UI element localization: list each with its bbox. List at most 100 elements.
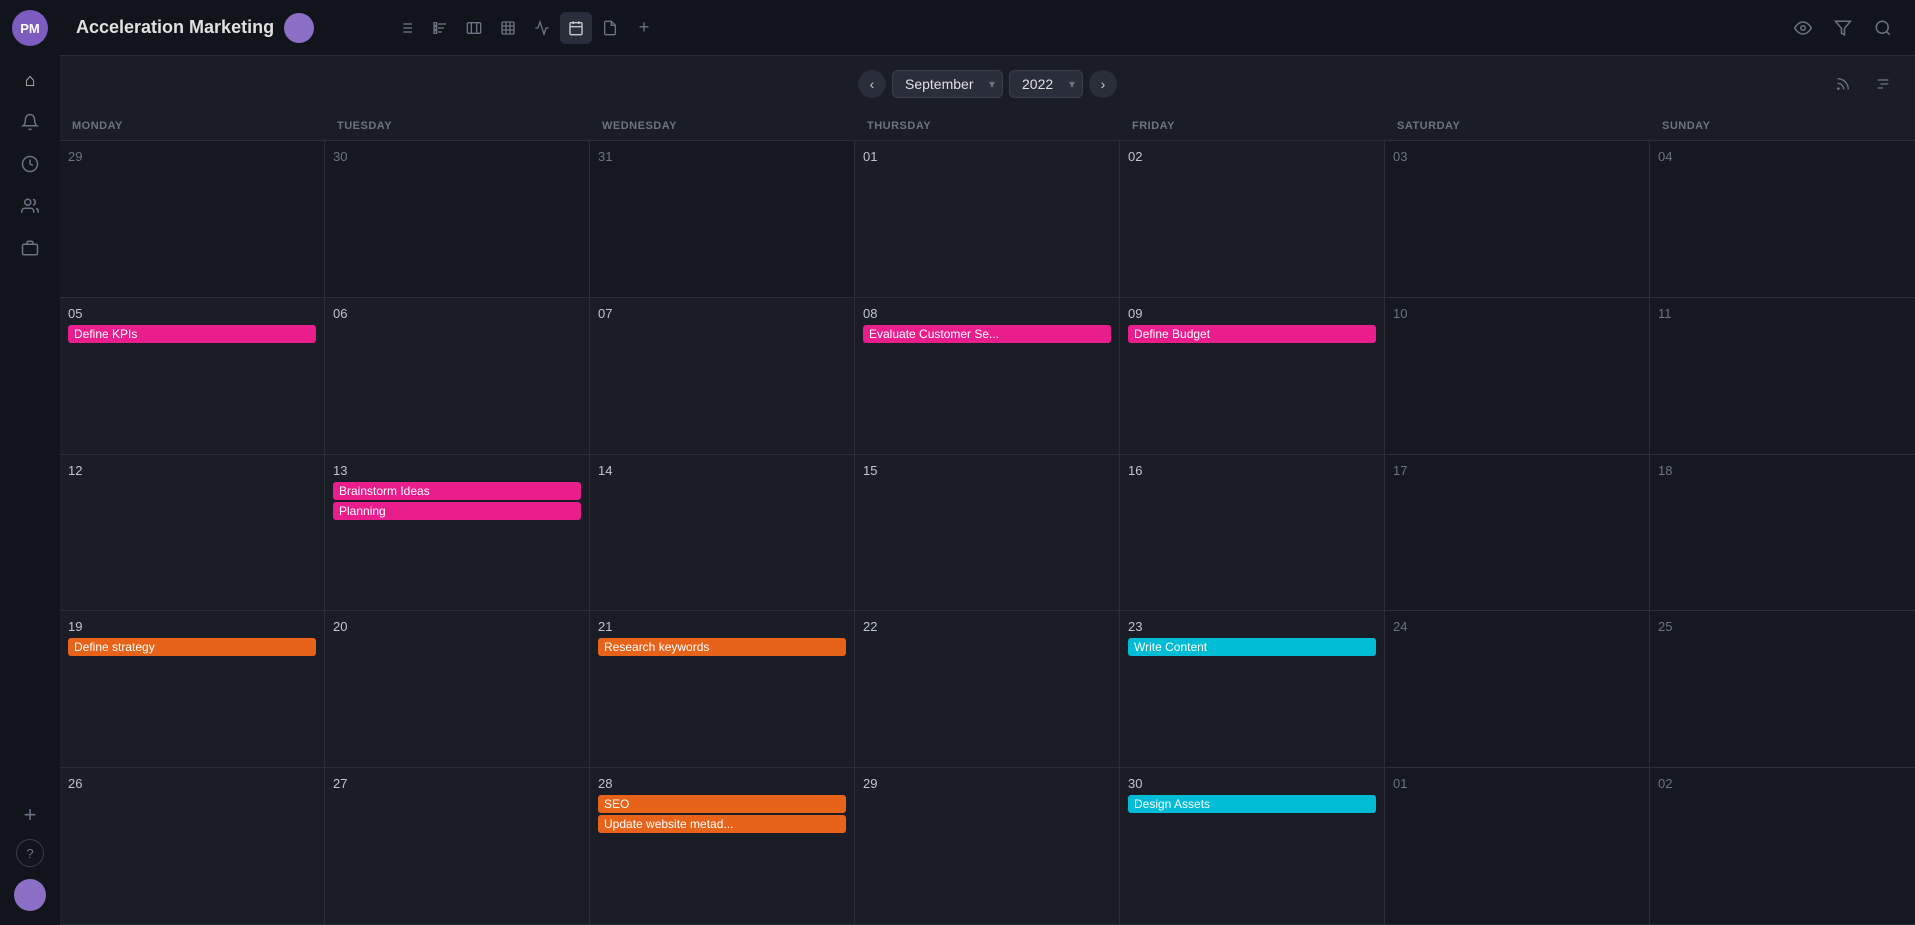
rss-icon[interactable] xyxy=(1827,68,1859,100)
cal-date-number: 02 xyxy=(1128,149,1376,164)
calendar-grid: MONDAY TUESDAY WEDNESDAY THURSDAY FRIDAY… xyxy=(60,112,1915,925)
cal-date-number: 12 xyxy=(68,463,316,478)
filter-btn[interactable] xyxy=(1827,12,1859,44)
gantt-view-btn[interactable] xyxy=(424,12,456,44)
cal-cell-2-5[interactable]: 09 Define Budget xyxy=(1120,298,1385,454)
cal-date-number: 07 xyxy=(598,306,846,321)
chart-view-btn[interactable] xyxy=(526,12,558,44)
calendar-week-3: 1213Brainstorm IdeasPlanning1415161718 xyxy=(60,455,1915,612)
calendar-week-5: 262728SEOUpdate website metad...2930Desi… xyxy=(60,768,1915,925)
sidebar-item-home[interactable]: ⌂ xyxy=(12,62,48,98)
calendar-toolbar: ‹ JanuaryFebruaryMarch AprilMayJune July… xyxy=(60,56,1915,112)
cal-date-number: 05 xyxy=(68,306,316,321)
cal-cell-5-2[interactable]: 27 xyxy=(325,768,590,924)
calendar-view-btn[interactable] xyxy=(560,12,592,44)
cal-cell-4-6[interactable]: 24 xyxy=(1385,611,1650,767)
cal-cell-3-3[interactable]: 14 xyxy=(590,455,855,611)
cal-cell-1-4[interactable]: 01 xyxy=(855,141,1120,297)
cal-cell-1-5[interactable]: 02 xyxy=(1120,141,1385,297)
sidebar-item-notifications[interactable] xyxy=(12,104,48,140)
search-btn[interactable] xyxy=(1867,12,1899,44)
add-view-btn[interactable]: + xyxy=(628,12,660,44)
cal-cell-1-7[interactable]: 04 xyxy=(1650,141,1915,297)
cal-cell-5-5[interactable]: 30Design Assets xyxy=(1120,768,1385,924)
sidebar-item-briefcase[interactable] xyxy=(12,230,48,266)
cal-cell-4-5[interactable]: 23 Write Content xyxy=(1120,611,1385,767)
calendar-event[interactable]: Planning xyxy=(333,502,581,520)
calendar-event[interactable]: Define strategy xyxy=(68,638,316,656)
cal-date-number: 30 xyxy=(333,149,581,164)
calendar-event[interactable]: Write Content xyxy=(1128,638,1376,656)
sidebar-item-add[interactable]: + xyxy=(12,797,48,833)
cal-cell-1-1[interactable]: 29 xyxy=(60,141,325,297)
calendar-settings-icon[interactable] xyxy=(1867,68,1899,100)
cal-cell-5-1[interactable]: 26 xyxy=(60,768,325,924)
cal-cell-4-1[interactable]: 19Define strategy xyxy=(60,611,325,767)
sidebar: PM ⌂ + ? xyxy=(0,0,60,925)
cal-date-number: 29 xyxy=(863,776,1111,791)
cal-cell-1-6[interactable]: 03 xyxy=(1385,141,1650,297)
calendar-event[interactable]: Define KPIs xyxy=(68,325,316,343)
header-wednesday: WEDNESDAY xyxy=(590,112,855,140)
cal-cell-1-3[interactable]: 31 xyxy=(590,141,855,297)
cal-date-number: 23 xyxy=(1128,619,1376,634)
list-view-btn[interactable] xyxy=(390,12,422,44)
cal-cell-5-6[interactable]: 01 xyxy=(1385,768,1650,924)
header-friday: FRIDAY xyxy=(1120,112,1385,140)
cal-cell-2-6[interactable]: 10 xyxy=(1385,298,1650,454)
header-tuesday: TUESDAY xyxy=(325,112,590,140)
cal-date-number: 27 xyxy=(333,776,581,791)
cal-cell-4-7[interactable]: 25 xyxy=(1650,611,1915,767)
calendar-event[interactable]: Define Budget xyxy=(1128,325,1376,343)
cal-cell-5-3[interactable]: 28SEOUpdate website metad... xyxy=(590,768,855,924)
cal-cell-2-3[interactable]: 07 xyxy=(590,298,855,454)
cal-cell-4-3[interactable]: 21Research keywords xyxy=(590,611,855,767)
cal-date-number: 26 xyxy=(68,776,316,791)
cal-date-number: 24 xyxy=(1393,619,1641,634)
sidebar-item-help[interactable]: ? xyxy=(16,839,44,867)
calendar-event[interactable]: Brainstorm Ideas xyxy=(333,482,581,500)
cal-cell-3-4[interactable]: 15 xyxy=(855,455,1120,611)
user-avatar[interactable] xyxy=(14,879,46,911)
app-logo[interactable]: PM xyxy=(12,10,48,46)
cal-cell-3-2[interactable]: 13Brainstorm IdeasPlanning xyxy=(325,455,590,611)
cal-cell-2-7[interactable]: 11 xyxy=(1650,298,1915,454)
cal-cell-4-2[interactable]: 20 xyxy=(325,611,590,767)
cal-date-number: 01 xyxy=(863,149,1111,164)
cal-date-number: 16 xyxy=(1128,463,1376,478)
eye-btn[interactable] xyxy=(1787,12,1819,44)
board-view-btn[interactable] xyxy=(458,12,490,44)
cal-date-number: 08 xyxy=(863,306,1111,321)
calendar-event[interactable]: Design Assets xyxy=(1128,795,1376,813)
table-view-btn[interactable] xyxy=(492,12,524,44)
doc-view-btn[interactable] xyxy=(594,12,626,44)
next-month-btn[interactable]: › xyxy=(1089,70,1117,98)
cal-cell-2-1[interactable]: 05 Define KPIs xyxy=(60,298,325,454)
cal-cell-3-7[interactable]: 18 xyxy=(1650,455,1915,611)
cal-date-number: 18 xyxy=(1658,463,1907,478)
calendar-event[interactable]: Evaluate Customer Se... xyxy=(863,325,1111,343)
cal-cell-2-2[interactable]: 06 xyxy=(325,298,590,454)
cal-cell-5-4[interactable]: 29 xyxy=(855,768,1120,924)
cal-cell-1-2[interactable]: 30 xyxy=(325,141,590,297)
header-saturday: SATURDAY xyxy=(1385,112,1650,140)
cal-date-number: 09 xyxy=(1128,306,1376,321)
cal-cell-5-7[interactable]: 02 xyxy=(1650,768,1915,924)
prev-month-btn[interactable]: ‹ xyxy=(858,70,886,98)
cal-cell-4-4[interactable]: 22 xyxy=(855,611,1120,767)
calendar-header: MONDAY TUESDAY WEDNESDAY THURSDAY FRIDAY… xyxy=(60,112,1915,141)
cal-cell-3-5[interactable]: 16 xyxy=(1120,455,1385,611)
cal-cell-3-1[interactable]: 12 xyxy=(60,455,325,611)
year-select[interactable]: 20202021202220232024 xyxy=(1009,70,1083,98)
topbar-avatar[interactable] xyxy=(284,13,314,43)
cal-date-number: 14 xyxy=(598,463,846,478)
calendar-event[interactable]: SEO xyxy=(598,795,846,813)
cal-cell-2-4[interactable]: 08 Evaluate Customer Se... xyxy=(855,298,1120,454)
calendar-week-4: 19Define strategy2021Research keywords22… xyxy=(60,611,1915,768)
month-select[interactable]: JanuaryFebruaryMarch AprilMayJune JulyAu… xyxy=(892,70,1003,98)
sidebar-item-people[interactable] xyxy=(12,188,48,224)
sidebar-item-clock[interactable] xyxy=(12,146,48,182)
calendar-event[interactable]: Research keywords xyxy=(598,638,846,656)
cal-cell-3-6[interactable]: 17 xyxy=(1385,455,1650,611)
calendar-event[interactable]: Update website metad... xyxy=(598,815,846,833)
